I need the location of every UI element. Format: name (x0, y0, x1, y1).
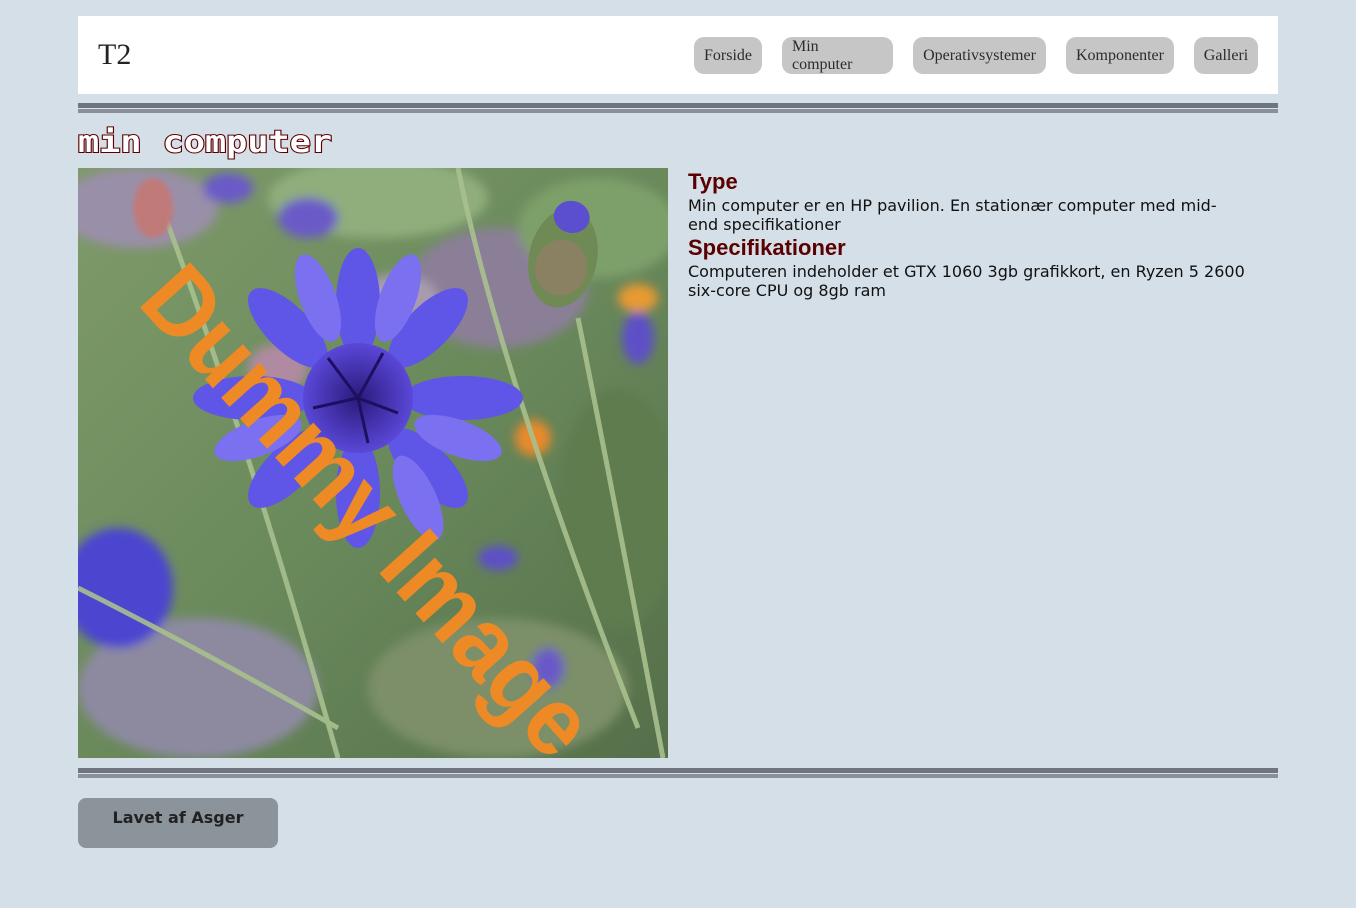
nav-operativsystemer[interactable]: Operativsystemer (913, 37, 1046, 74)
section-heading-type: Type (688, 169, 738, 194)
nav-min-computer[interactable]: Min computer (782, 37, 893, 74)
site-logo[interactable]: T2 (98, 38, 131, 72)
section-text-type: Min computer er en HP pavilion. En stati… (688, 196, 1217, 234)
site-header: T2 Forside Min computer Operativsystemer… (78, 16, 1278, 94)
page-title-text: min computer (78, 125, 332, 160)
computer-photo: Dummy Image (78, 168, 668, 758)
footer-credit-button[interactable]: Lavet af Asger (78, 798, 278, 848)
section-text-specs: Computeren indeholder et GTX 1060 3gb gr… (688, 262, 1245, 300)
page-title: min computer (77, 124, 333, 161)
main-nav: Forside Min computer Operativsystemer Ko… (694, 37, 1258, 74)
nav-galleri[interactable]: Galleri (1194, 37, 1258, 74)
header-divider (78, 103, 1278, 113)
main-content: Type Min computer er en HP pavilion. En … (688, 168, 1258, 300)
flower-image: Dummy Image (78, 168, 668, 758)
nav-forside[interactable]: Forside (694, 37, 762, 74)
nav-komponenter[interactable]: Komponenter (1066, 37, 1174, 74)
footer-divider (78, 768, 1278, 778)
section-heading-specs: Specifikationer (688, 235, 846, 260)
